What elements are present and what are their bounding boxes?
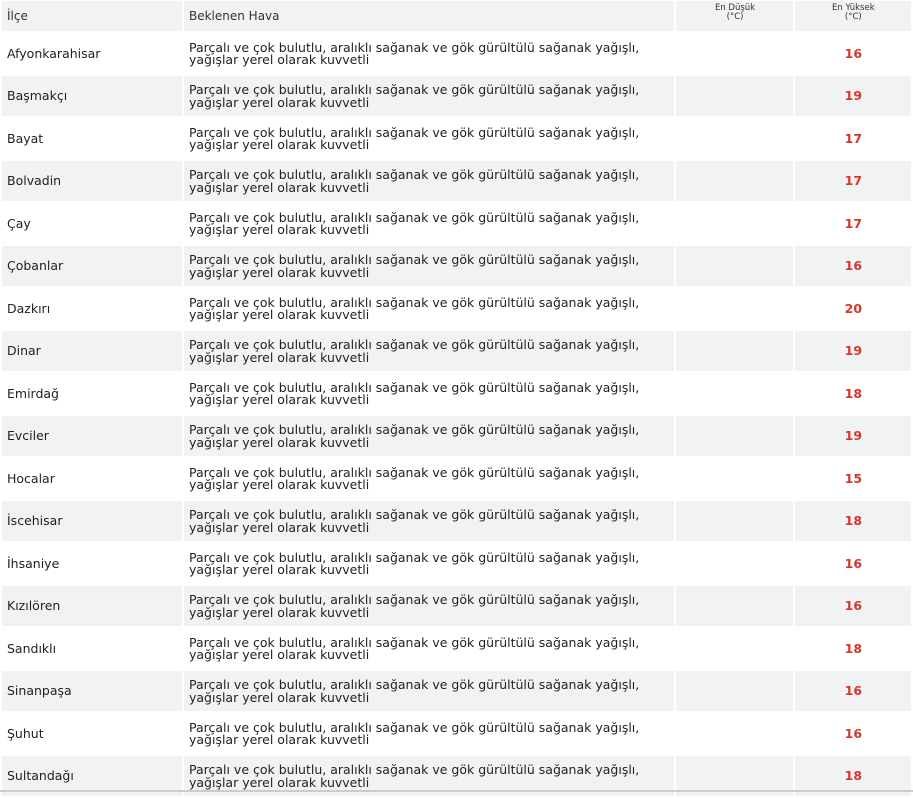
forecast-table: İlçe Beklenen Hava En Düşük (°C) En Yüks… [0, 0, 913, 798]
district-cell[interactable]: Dinar [2, 330, 182, 371]
district-cell[interactable]: Sinanpaşa [2, 670, 182, 711]
min-temp-cell [676, 373, 792, 414]
district-cell[interactable]: İscehisar [2, 500, 182, 541]
min-temp-cell [676, 330, 793, 371]
district-cell[interactable]: Kızılören [2, 585, 182, 626]
header-max-temp-label: En Yüksek (°C) [832, 3, 875, 22]
max-temp-cell: 17 [794, 160, 911, 201]
min-temp-cell [676, 75, 793, 116]
district-cell[interactable]: Sandıklı [2, 628, 182, 669]
min-temp-cell [676, 203, 792, 244]
table-row: Dinar Parçalı ve çok bulutlu, aralıklı sa… [2, 330, 911, 371]
min-temp-cell [676, 415, 793, 456]
table-row: İhsaniye Parçalı ve çok bulutlu, aralıklı… [2, 543, 911, 584]
header-min-temp-label: En Düşük (°C) [714, 3, 756, 22]
table-row: Başmakçı Parçalı ve çok bulutlu, aralıklı… [2, 75, 911, 116]
max-temp-cell: 19 [794, 415, 911, 456]
district-cell[interactable]: Hocalar [2, 458, 182, 499]
table-header: İlçe Beklenen Hava En Düşük (°C) En Yüks… [2, 1, 911, 31]
district-cell[interactable]: Bayat [2, 118, 182, 159]
weather-description-cell: Parçalı ve çok bulutlu, aralıklı sağanak… [183, 670, 675, 711]
weather-description-cell: Parçalı ve çok bulutlu, aralıklı sağanak… [188, 719, 640, 748]
min-temp-cell [676, 628, 792, 669]
max-temp-cell: 18 [844, 640, 863, 656]
table-row: Evciler Parçalı ve çok bulutlu, aralıklı … [2, 415, 911, 456]
max-temp-cell: 16 [844, 45, 863, 61]
weather-description-cell: Parçalı ve çok bulutlu, aralıklı sağanak… [188, 294, 640, 323]
district-cell[interactable]: Çay [2, 203, 182, 244]
district-cell[interactable]: Dazkırı [2, 288, 182, 329]
min-temp-cell [676, 458, 792, 499]
weather-description-cell: Parçalı ve çok bulutlu, aralıklı sağanak… [183, 500, 675, 541]
header-weather: Beklenen Hava [183, 1, 675, 31]
max-temp-cell: 16 [794, 670, 911, 711]
min-temp-cell [676, 160, 793, 201]
weather-description-cell: Parçalı ve çok bulutlu, aralıklı sağanak… [183, 585, 675, 626]
header-district[interactable]: İlçe [2, 1, 182, 31]
weather-description-cell: Parçalı ve çok bulutlu, aralıklı sağanak… [188, 39, 640, 68]
min-temp-cell [676, 670, 793, 711]
min-temp-cell [676, 118, 792, 159]
table-row: Kızılören Parçalı ve çok bulutlu, aralıkl… [2, 585, 911, 626]
district-cell[interactable]: Bolvadin [2, 160, 182, 201]
min-temp-cell [676, 500, 793, 541]
min-temp-cell [676, 288, 792, 329]
district-cell[interactable]: Çobanlar [2, 245, 182, 286]
max-temp-cell: 16 [794, 585, 911, 626]
weather-description-cell: Parçalı ve çok bulutlu, aralıklı sağanak… [188, 464, 640, 493]
max-temp-cell: 16 [794, 245, 911, 286]
min-temp-cell [676, 245, 793, 286]
table-row: Çobanlar Parçalı ve çok bulutlu, aralıklı… [2, 245, 911, 286]
table-row: Emirdağ Parçalı ve çok bulutlu, aralıklı … [2, 373, 911, 414]
table-row: İscehisar Parçalı ve çok bulutlu, aralıkl… [2, 500, 911, 541]
weather-description-cell: Parçalı ve çok bulutlu, aralıklı sağanak… [188, 634, 640, 663]
max-temp-cell: 20 [844, 300, 863, 316]
district-cell[interactable]: Afyonkarahisar [2, 33, 182, 74]
max-temp-cell: 19 [794, 330, 911, 371]
table-body: Afyonkarahisar Parçalı ve çok bulutlu, ar… [2, 33, 911, 796]
min-temp-cell [676, 585, 793, 626]
table-row: Şuhut Parçalı ve çok bulutlu, aralıklı sa… [2, 713, 911, 754]
weather-description-cell: Parçalı ve çok bulutlu, aralıklı sağanak… [183, 330, 675, 371]
weather-description-cell: Parçalı ve çok bulutlu, aralıklı sağanak… [183, 415, 675, 456]
header-row: İlçe Beklenen Hava En Düşük (°C) En Yüks… [2, 1, 911, 31]
district-cell[interactable]: Evciler [2, 415, 182, 456]
max-temp-cell: 18 [844, 385, 863, 401]
weather-description-cell: Parçalı ve çok bulutlu, aralıklı sağanak… [188, 124, 640, 153]
table-row: Bolvadin Parçalı ve çok bulutlu, aralıklı… [2, 160, 911, 201]
table-row: Afyonkarahisar Parçalı ve çok bulutlu, ar… [2, 33, 911, 74]
max-temp-cell: 18 [794, 500, 911, 541]
header-max-temp: En Yüksek (°C) [794, 1, 911, 31]
table-row: Sinanpaşa Parçalı ve çok bulutlu, aralıkl… [2, 670, 911, 711]
max-temp-cell: 15 [844, 470, 863, 486]
district-cell[interactable]: Şuhut [2, 713, 182, 754]
min-temp-cell [676, 543, 792, 584]
weather-description-cell: Parçalı ve çok bulutlu, aralıklı sağanak… [183, 160, 675, 201]
max-temp-cell: 17 [844, 130, 863, 146]
table-row: Hocalar Parçalı ve çok bulutlu, aralıklı … [2, 458, 911, 499]
weather-description-cell: Parçalı ve çok bulutlu, aralıklı sağanak… [188, 209, 640, 238]
weather-description-cell: Parçalı ve çok bulutlu, aralıklı sağanak… [183, 245, 675, 286]
header-min-temp: En Düşük (°C) [676, 1, 793, 31]
min-temp-cell [676, 713, 792, 754]
table-row: Çay Parçalı ve çok bulutlu, aralıklı sağa… [2, 203, 911, 244]
max-temp-cell: 17 [844, 215, 863, 231]
table-row: Dazkırı Parçalı ve çok bulutlu, aralıklı … [2, 288, 911, 329]
max-temp-cell: 16 [844, 555, 863, 571]
weather-description-cell: Parçalı ve çok bulutlu, aralıklı sağanak… [183, 75, 675, 116]
max-temp-cell: 19 [794, 75, 911, 116]
max-temp-cell: 16 [844, 725, 863, 741]
weather-description-cell: Parçalı ve çok bulutlu, aralıklı sağanak… [188, 379, 640, 408]
min-temp-cell [676, 33, 792, 74]
table-row: Bayat Parçalı ve çok bulutlu, aralıklı sa… [2, 118, 911, 159]
district-cell[interactable]: Emirdağ [2, 373, 182, 414]
district-cell[interactable]: Başmakçı [2, 75, 182, 116]
table-row: Sandıklı Parçalı ve çok bulutlu, aralıklı… [2, 628, 911, 669]
weather-description-cell: Parçalı ve çok bulutlu, aralıklı sağanak… [188, 549, 640, 578]
district-cell[interactable]: İhsaniye [2, 543, 182, 584]
